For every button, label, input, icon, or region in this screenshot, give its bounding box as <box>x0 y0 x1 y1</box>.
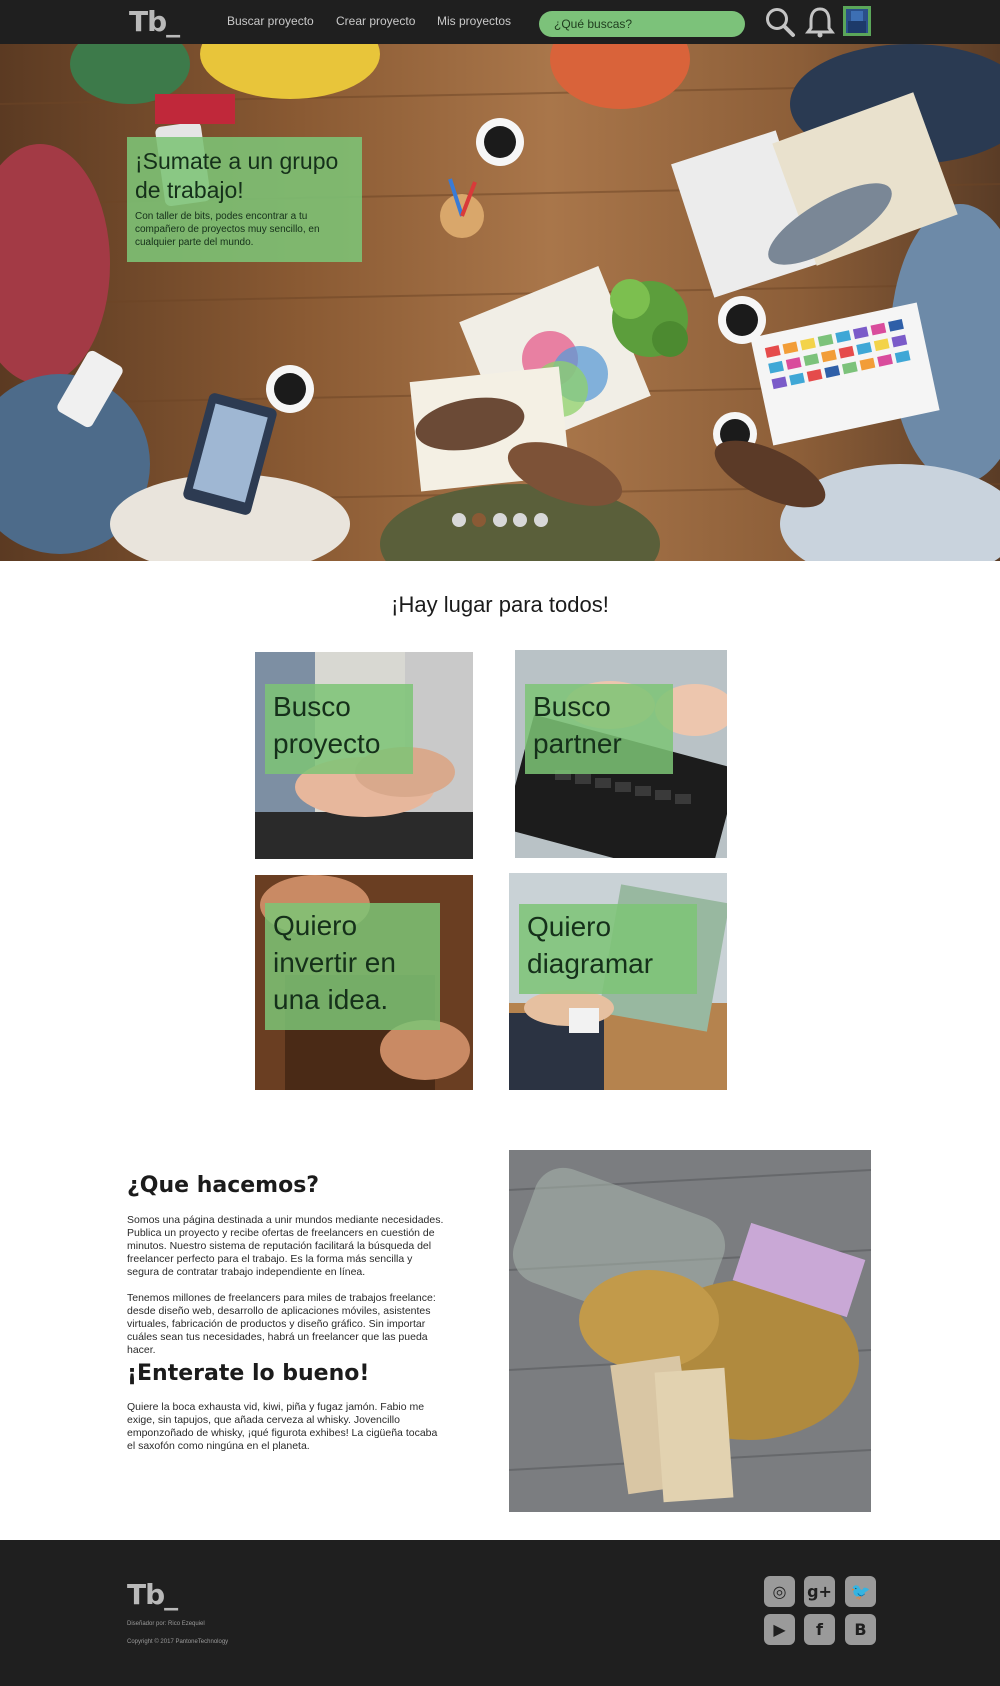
nav-link-mis-proyectos[interactable]: Mis proyectos <box>437 14 511 28</box>
carousel-dot-5[interactable] <box>534 513 548 527</box>
youtube-icon[interactable]: ▶ <box>764 1614 795 1645</box>
about-paragraph-2: Tenemos millones de freelancers para mil… <box>127 1292 436 1356</box>
footer: Tb_ Diseñador por: Rico Ezequiel Copyrig… <box>0 1540 1000 1686</box>
hero-description: Con taller de bits, podes encontrar a tu… <box>135 211 320 248</box>
news-paragraph: Quiere la boca exhausta vid, kiwi, piña … <box>127 1401 438 1452</box>
carousel-dot-4[interactable] <box>513 513 527 527</box>
google-plus-icon[interactable]: g+ <box>804 1576 835 1607</box>
footer-copyright: Copyright © 2017 PantoneTechnology <box>127 1639 229 1645</box>
twitter-icon[interactable]: 🐦 <box>845 1576 876 1607</box>
nav-link-buscar-proyecto[interactable]: Buscar proyecto <box>227 14 314 28</box>
card-label: Busco proyecto <box>265 684 413 774</box>
hero-banner: ¡Sumate a un grupo de trabajo! Con talle… <box>0 44 1000 561</box>
hero-image <box>0 44 1000 561</box>
section-heading: ¡Hay lugar para todos! <box>391 592 609 617</box>
card-label: Busco partner <box>525 684 673 774</box>
footer-logo[interactable]: Tb_ <box>127 1578 193 1611</box>
footer-designer: Diseñador por: Rico Ezequiel <box>127 1621 205 1627</box>
card-label: Quiero diagramar <box>519 904 697 994</box>
card-busco-partner[interactable]: Busco partner <box>515 650 727 858</box>
instagram-icon[interactable]: ◎ <box>764 1576 795 1607</box>
bell-icon[interactable] <box>804 6 836 38</box>
card-label: Quiero invertir en una idea. <box>265 903 440 1030</box>
hero-title: ¡Sumate a un grupo de trabajo! <box>135 148 339 203</box>
carousel-dot-3[interactable] <box>493 513 507 527</box>
carousel-dot-2[interactable] <box>472 513 486 527</box>
facebook-icon[interactable]: f <box>804 1614 835 1645</box>
card-busco-proyecto[interactable]: Busco proyecto <box>255 652 473 859</box>
about-heading: ¿Que hacemos? <box>127 1173 320 1198</box>
card-diagramar[interactable]: Quiero diagramar <box>509 873 727 1090</box>
news-heading: ¡Enterate lo bueno! <box>127 1361 370 1386</box>
about-paragraph-1: Somos una página destinada a unir mundos… <box>127 1214 444 1278</box>
hero-caption: ¡Sumate a un grupo de trabajo! Con talle… <box>127 137 362 262</box>
search-input[interactable] <box>539 11 745 37</box>
nav-link-crear-proyecto[interactable]: Crear proyecto <box>336 14 415 28</box>
search-icon[interactable] <box>764 6 796 38</box>
top-navbar: Tb_ Buscar proyecto Crear proyecto Mis p… <box>0 0 1000 44</box>
money-jar-image <box>509 1150 871 1512</box>
avatar[interactable] <box>843 6 871 36</box>
card-invertir-idea[interactable]: Quiero invertir en una idea. <box>255 875 473 1090</box>
site-logo[interactable]: Tb_ <box>129 8 195 36</box>
carousel-dot-1[interactable] <box>452 513 466 527</box>
blogger-icon[interactable]: B <box>845 1614 876 1645</box>
